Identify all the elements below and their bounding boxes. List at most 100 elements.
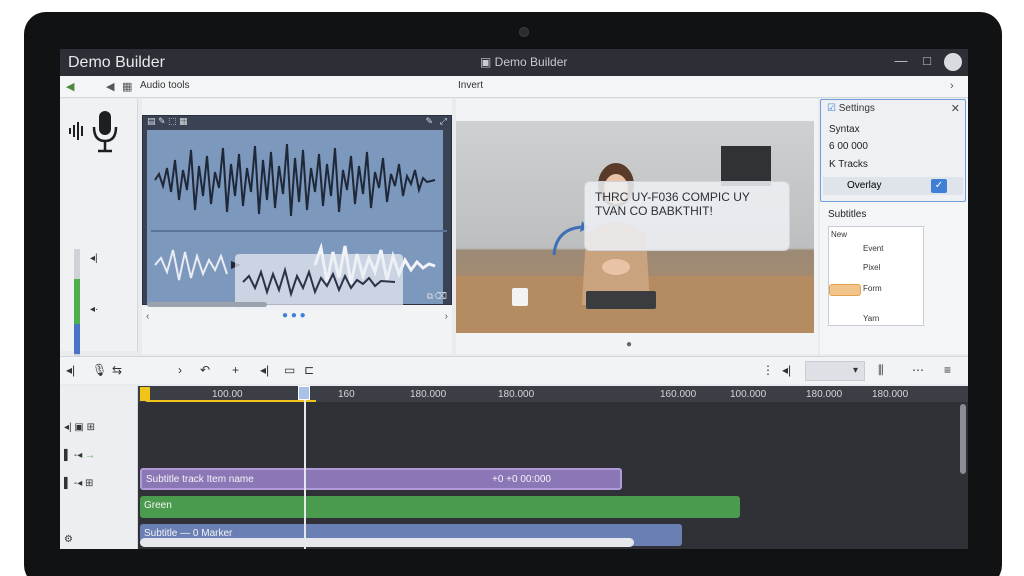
video-preview[interactable]: THRC UY-F036 COMPIC UY TVAN CO BABKTHIT! [456, 121, 814, 333]
skip-back-icon[interactable]: ◂| [66, 363, 75, 377]
clip-markers: +0 +0 00:000 [492, 474, 551, 485]
undo-icon[interactable]: ↶ [200, 363, 210, 377]
list-item[interactable]: New [831, 230, 847, 239]
window-title: ▣ Demo Builder [480, 55, 568, 69]
audio-clip[interactable]: Green [140, 496, 740, 518]
list-item[interactable]: Yarn [863, 314, 879, 323]
settings-title: ☑ Settings [827, 103, 875, 114]
expand-icon[interactable]: ⤢ [440, 116, 447, 127]
add-icon[interactable]: + [232, 363, 239, 377]
delete-icon[interactable]: ⌫ [434, 291, 447, 302]
bracket-icon[interactable]: ▭ [284, 363, 295, 377]
waveform-track [147, 130, 447, 310]
record-icon[interactable]: 🎙 [92, 363, 107, 377]
in-marker[interactable] [140, 387, 150, 401]
timeline-toolbar: ◂| 🎙 ⇆ › ↶ + ◂| ▭ ⊏ ⋮ ◂| ▾ ⫼ ⋯ ≡ [60, 356, 968, 384]
maximize-button[interactable]: □ [918, 53, 936, 68]
playhead[interactable] [304, 386, 306, 549]
in-out-range[interactable] [146, 400, 316, 402]
clip-label: Subtitle track Item name [146, 474, 254, 485]
grid-icon[interactable]: ▦ [122, 80, 132, 93]
settings-icon: ☑ [827, 103, 836, 114]
settings-small-icon[interactable]: ⚙ [64, 534, 73, 545]
audio-icon[interactable]: ◂| [782, 363, 791, 377]
ruler-tick: 160.000 [660, 389, 697, 400]
ripple-icon[interactable]: ⊏ [304, 363, 314, 377]
list-item[interactable]: Pixel [863, 263, 880, 272]
tab-invert[interactable]: Invert [458, 80, 483, 91]
minimize-button[interactable]: — [892, 53, 910, 68]
track-3-controls[interactable]: ▌ -◂ ⊞ [64, 478, 93, 489]
arrow-right-icon[interactable]: ◀ [106, 80, 114, 93]
arrow-right-icon: → [85, 450, 95, 461]
level-meter-blue [74, 324, 80, 354]
settings-item-time[interactable]: 6 00 000 [829, 141, 868, 152]
chevron-down-icon: ▾ [852, 365, 858, 376]
top-toolbar: ◀ ◀ ▦ Audio tools Invert › [60, 76, 968, 98]
page-dots[interactable]: ● ● ● [282, 310, 306, 321]
laptop-shape [586, 291, 656, 309]
audio-tools-tab[interactable]: Audio tools [140, 80, 189, 91]
more-vertical-icon[interactable]: ⋮ [762, 363, 774, 377]
camera-icon [519, 27, 529, 37]
timeline[interactable]: 100.00 160 180.000 180.000 160.000 100.0… [138, 386, 968, 549]
more-horizontal-icon[interactable]: ⋯ [912, 363, 924, 377]
chevron-right-icon[interactable]: › [445, 311, 448, 322]
mug-shape [512, 288, 528, 306]
arrow-left-icon[interactable]: ◀ [66, 80, 74, 93]
title-bar: Demo Builder ▣ Demo Builder — □ [60, 49, 968, 76]
volume-up-icon[interactable]: ◂| [90, 253, 98, 264]
settings-box: ☑ Settings ✕ Syntax 6 00 000 K Tracks Ov… [820, 99, 966, 202]
audio-controls-column: ◂| ◂· ◂| [60, 99, 138, 378]
microphone-icon[interactable] [90, 109, 120, 159]
edit-icon[interactable]: ✎ [425, 116, 433, 127]
waveform-scrollbar[interactable] [147, 302, 267, 307]
track-1-controls[interactable]: ◂| ▣ ⊞ [64, 422, 95, 433]
copy-icon[interactable]: ⧉ [427, 291, 433, 302]
waveform-view[interactable]: ▤ ✎ ⬚ ▦ ✎ ⤢ ⧉ ⌫ [142, 115, 452, 310]
list-item[interactable]: Form [863, 284, 882, 293]
timeline-vertical-scrollbar[interactable] [960, 404, 966, 474]
timeline-scrollbar[interactable] [140, 538, 634, 547]
selected-list-item[interactable] [829, 284, 861, 296]
app-window: Demo Builder ▣ Demo Builder — □ ◀ ◀ ▦ Au… [60, 49, 968, 549]
close-icon[interactable]: ✕ [951, 102, 960, 115]
split-icon[interactable]: ◂| [260, 363, 269, 377]
subtitles-title: Subtitles [828, 209, 867, 220]
level-meter-green [74, 279, 80, 324]
speed-icon[interactable]: ⇆ [112, 363, 122, 377]
chevron-left-icon[interactable]: ‹ [146, 311, 149, 322]
waveform-toolbar [142, 99, 452, 115]
video-dot-icon[interactable]: ● [626, 339, 632, 350]
video-window-shape [721, 146, 771, 186]
app-title: Demo Builder [68, 53, 165, 71]
zoom-dropdown[interactable]: ▾ [805, 361, 865, 381]
waveform-tools[interactable]: ▤ ✎ ⬚ ▦ [147, 116, 188, 127]
check-icon[interactable]: ✓ [931, 179, 947, 193]
settings-item-overlay[interactable]: Overlay ✓ [823, 177, 963, 195]
track-2-controls[interactable]: ▌ -◂ → [64, 450, 95, 461]
settings-panel: ☑ Settings ✕ Syntax 6 00 000 K Tracks Ov… [820, 99, 968, 354]
caption-overlay[interactable]: THRC UY-F036 COMPIC UY TVAN CO BABKTHIT! [584, 181, 790, 251]
volume-mid-icon[interactable]: ◂· [90, 304, 98, 315]
settings-item-tracks[interactable]: K Tracks [829, 159, 868, 170]
chevron-right-icon[interactable]: › [950, 80, 954, 92]
playhead-handle[interactable] [298, 386, 310, 400]
ruler-tick: 180.000 [806, 389, 843, 400]
avatar[interactable] [944, 53, 962, 71]
ruler-tick: 100.000 [730, 389, 767, 400]
ruler-tick: 180.000 [872, 389, 909, 400]
track-controls: ◂| ▣ ⊞ ▌ -◂ → ▌ -◂ ⊞ ⚙ [60, 386, 138, 549]
subtitle-clip[interactable]: Subtitle track Item name +0 +0 00:000 [140, 468, 622, 490]
list-item[interactable]: Event [863, 244, 883, 253]
curved-arrow-icon [552, 221, 588, 256]
settings-item-syntax[interactable]: Syntax [829, 124, 860, 135]
level-meter [74, 249, 80, 359]
audio-level-icon [69, 122, 83, 140]
ruler-tick: 100.00 [212, 389, 243, 400]
window-title-text: Demo Builder [494, 55, 568, 69]
mixer-icon[interactable]: ⫼ [878, 363, 884, 378]
menu-icon[interactable]: ≡ [944, 363, 951, 377]
video-footer: ● [456, 339, 818, 353]
play-icon[interactable]: › [178, 363, 182, 377]
